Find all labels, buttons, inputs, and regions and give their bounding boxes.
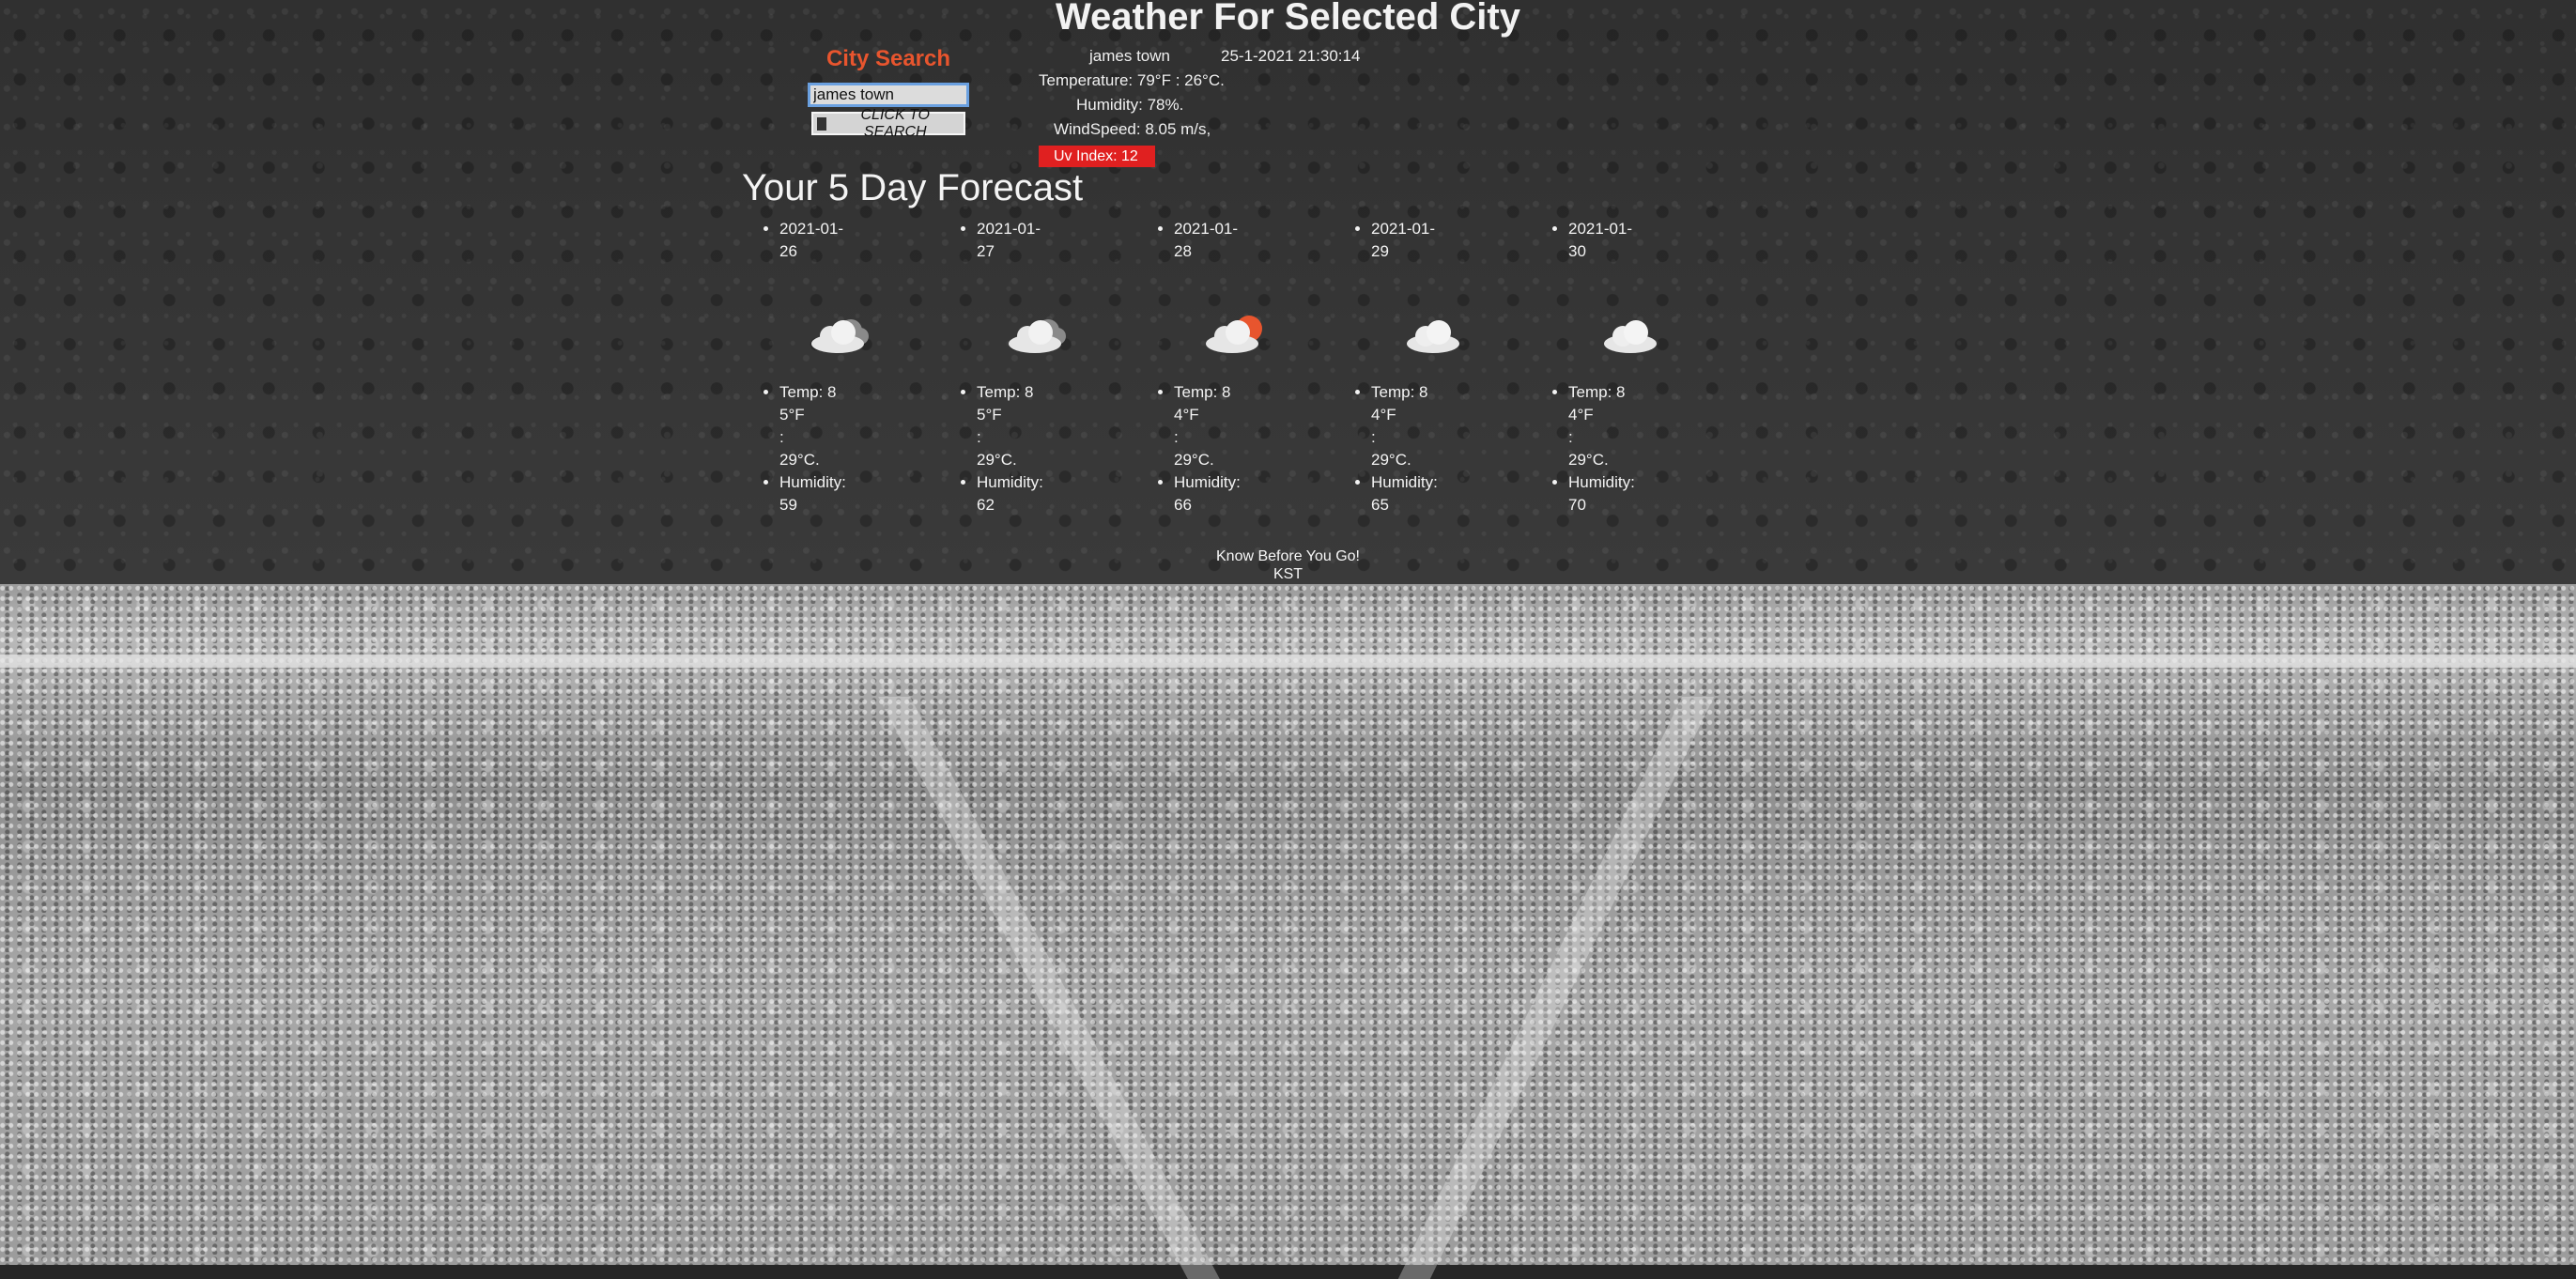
forecast-date: 2021-01-26 xyxy=(779,218,847,263)
forecast-temp-f: Temp: 84°F xyxy=(1174,383,1231,424)
forecast-colon: : xyxy=(1568,428,1573,446)
forecast-humidity: 62 xyxy=(977,496,995,514)
current-datetime: 25-1-2021 21:30:14 xyxy=(1221,47,1361,65)
cloudy-icon xyxy=(811,319,869,353)
button-icon xyxy=(817,116,827,131)
forecast-temp-f: Temp: 84°F xyxy=(1371,383,1428,424)
forecast-humidity: 59 xyxy=(779,496,797,514)
background-top-image xyxy=(0,0,2576,584)
cloud-icon xyxy=(1604,320,1657,353)
forecast-date: 2021-01-27 xyxy=(977,218,1044,263)
background-stripe xyxy=(0,655,2576,668)
footer: Know Before You Go! KST xyxy=(0,547,2576,583)
footer-tagline: Know Before You Go! xyxy=(1216,548,1360,564)
forecast-temp-f: Temp: 85°F xyxy=(977,383,1034,424)
forecast-temp-f: Temp: 85°F xyxy=(779,383,837,424)
forecast-card: 2021-01-29 Temp: 84°F: 29°C. Humidity: 65 xyxy=(1350,218,1501,514)
forecast-colon: : xyxy=(779,428,784,446)
page-title: Weather For Selected City xyxy=(1056,0,1520,38)
cloudy-icon xyxy=(1009,319,1066,353)
forecast-humidity-label: Humidity: xyxy=(1371,473,1438,491)
search-button-label: CLICK TO SEARCH xyxy=(860,106,930,140)
forecast-humidity: 65 xyxy=(1371,496,1389,514)
current-humidity: Humidity: 78%. xyxy=(1076,96,1184,114)
background-lane xyxy=(1397,697,1715,1279)
current-windspeed: WindSpeed: 8.05 m/s, xyxy=(1054,120,1211,138)
forecast-temp-f: Temp: 84°F xyxy=(1568,383,1626,424)
partly-cloudy-sun-icon xyxy=(1206,316,1262,353)
current-city: james town xyxy=(1089,47,1170,65)
background-bottom-image xyxy=(0,584,2576,1279)
forecast-humidity-label: Humidity: xyxy=(1174,473,1241,491)
cloud-icon xyxy=(1407,320,1459,353)
background-lane xyxy=(878,697,1220,1279)
forecast-card: 2021-01-26 Temp: 85°F: 29°C. Humidity: 59 xyxy=(759,218,909,514)
forecast-temp-c: 29°C. xyxy=(779,451,820,469)
forecast-temp-c: 29°C. xyxy=(1174,451,1214,469)
forecast-date: 2021-01-29 xyxy=(1371,218,1439,263)
forecast-card: 2021-01-30 Temp: 84°F: 29°C. Humidity: 70 xyxy=(1548,218,1698,514)
uv-index-badge: Uv Index: 12 xyxy=(1039,146,1155,167)
forecast-colon: : xyxy=(1371,428,1376,446)
forecast-temp-c: 29°C. xyxy=(1568,451,1609,469)
forecast-temp-c: 29°C. xyxy=(1371,451,1411,469)
city-search-heading: City Search xyxy=(825,46,951,71)
forecast-humidity-label: Humidity: xyxy=(1568,473,1635,491)
forecast-card: 2021-01-27 Temp: 85°F: 29°C. Humidity: 62 xyxy=(956,218,1106,514)
forecast-humidity-label: Humidity: xyxy=(779,473,846,491)
forecast-colon: : xyxy=(977,428,981,446)
forecast-humidity: 70 xyxy=(1568,496,1586,514)
forecast-heading: Your 5 Day Forecast xyxy=(742,167,1084,208)
forecast-temp-c: 29°C. xyxy=(977,451,1017,469)
footer-credit: KST xyxy=(1273,566,1303,582)
forecast-colon: : xyxy=(1174,428,1179,446)
forecast-card: 2021-01-28 Temp: 84°F: 29°C. Humidity: 66 xyxy=(1153,218,1303,514)
search-button[interactable]: CLICK TO SEARCH xyxy=(811,107,965,140)
city-search-input[interactable] xyxy=(808,83,969,107)
forecast-humidity: 66 xyxy=(1174,496,1192,514)
forecast-date: 2021-01-30 xyxy=(1568,218,1636,263)
forecast-date: 2021-01-28 xyxy=(1174,218,1242,263)
forecast-humidity-label: Humidity: xyxy=(977,473,1043,491)
current-temperature: Temperature: 79°F : 26°C. xyxy=(1039,71,1225,89)
